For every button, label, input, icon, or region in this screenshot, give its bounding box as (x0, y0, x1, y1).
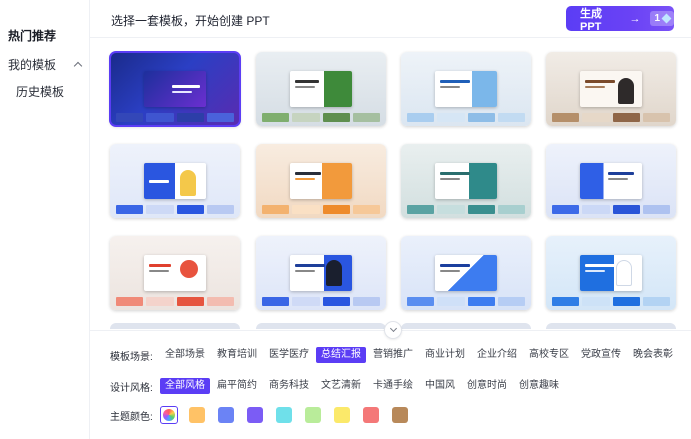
chip-scene-marketing[interactable]: 营销推广 (368, 347, 418, 363)
color-swatch-purple[interactable] (247, 407, 263, 423)
template-card[interactable] (401, 52, 531, 126)
color-filter-row: 主题颜色: (110, 406, 421, 424)
ppt-template-picker: 热门推荐 我的模板 历史模板 选择一套模板，开始创建 PPT 生成 PPT → … (0, 0, 691, 439)
chip-scene-company-intro[interactable]: 企业介绍 (472, 347, 522, 363)
sidebar: 热门推荐 我的模板 历史模板 (0, 0, 90, 439)
gem-icon (661, 13, 672, 24)
scene-filter-label: 模板场景: (110, 351, 153, 363)
template-card[interactable] (401, 144, 531, 218)
sidebar-item-hot[interactable]: 热门推荐 (8, 27, 56, 44)
filter-panel: 模板场景: 全部场景 教育培训 医学医疗 总结汇报 营销推广 商业计划 企业介绍… (90, 330, 691, 439)
template-card[interactable] (256, 144, 386, 218)
template-card[interactable] (546, 52, 676, 126)
template-card[interactable] (109, 51, 241, 127)
arrow-right-icon: → (629, 12, 641, 25)
chevron-up-icon (73, 61, 83, 71)
sidebar-item-label: 我的模板 (8, 58, 57, 72)
sidebar-item-my-templates[interactable]: 我的模板 (8, 56, 84, 73)
chip-style-flat[interactable]: 扁平简约 (212, 378, 262, 394)
chip-style-creative-fashion[interactable]: 创意时尚 (462, 378, 512, 394)
color-swatch-all[interactable] (160, 406, 178, 424)
scene-filter-row: 模板场景: 全部场景 教育培训 医学医疗 总结汇报 营销推广 商业计划 企业介绍… (110, 347, 680, 363)
color-swatch-cyan[interactable] (276, 407, 292, 423)
template-card[interactable] (401, 236, 531, 310)
template-card[interactable] (256, 52, 386, 126)
color-swatch-orange[interactable] (189, 407, 205, 423)
chip-scene-gala[interactable]: 晚会表彰 (628, 347, 678, 363)
chip-scene-party[interactable]: 党政宣传 (576, 347, 626, 363)
chip-scene-summary[interactable]: 总结汇报 (316, 347, 366, 363)
color-swatch-yellow[interactable] (334, 407, 350, 423)
chip-style-business-tech[interactable]: 商务科技 (264, 378, 314, 394)
header: 选择一套模板，开始创建 PPT 生成 PPT → 1 (90, 0, 691, 38)
color-swatch-brown[interactable] (392, 407, 408, 423)
generate-ppt-label: 生成 PPT (580, 7, 602, 33)
style-filter-label: 设计风格: (110, 382, 153, 394)
color-swatch-red[interactable] (363, 407, 379, 423)
collapse-toggle-button[interactable] (384, 321, 402, 339)
chip-scene-university[interactable]: 高校专区 (524, 347, 574, 363)
color-swatch-green[interactable] (305, 407, 321, 423)
template-card-peek (256, 323, 386, 329)
template-card[interactable] (110, 236, 240, 310)
color-wheel-icon (163, 409, 175, 421)
template-card[interactable] (256, 236, 386, 310)
generate-ppt-button[interactable]: 生成 PPT → 1 (566, 6, 674, 33)
template-card[interactable] (110, 144, 240, 218)
cost-value: 1 (654, 13, 660, 24)
color-swatch-blue[interactable] (218, 407, 234, 423)
page-title: 选择一套模板，开始创建 PPT (111, 14, 270, 28)
template-card-peek (110, 323, 240, 329)
template-card-peek (546, 323, 676, 329)
sidebar-item-history[interactable]: 历史模板 (16, 83, 64, 100)
template-card-peek (401, 323, 531, 329)
chip-style-fresh[interactable]: 文艺清新 (316, 378, 366, 394)
template-grid (109, 51, 690, 332)
chip-scene-education[interactable]: 教育培训 (212, 347, 262, 363)
chevron-down-icon (389, 324, 397, 333)
chip-style-cartoon[interactable]: 卡通手绘 (368, 378, 418, 394)
color-filter-label: 主题颜色: (110, 411, 153, 423)
chip-style-chinese[interactable]: 中国风 (420, 378, 460, 394)
chip-style-all[interactable]: 全部风格 (160, 378, 210, 394)
chip-scene-all[interactable]: 全部场景 (160, 347, 210, 363)
chip-style-creative-fun[interactable]: 创意趣味 (514, 378, 564, 394)
template-card[interactable] (546, 144, 676, 218)
style-filter-row: 设计风格: 全部风格 扁平简约 商务科技 文艺清新 卡通手绘 中国风 创意时尚 … (110, 378, 566, 394)
chip-scene-business-plan[interactable]: 商业计划 (420, 347, 470, 363)
template-card[interactable] (546, 236, 676, 310)
chip-scene-medical[interactable]: 医学医疗 (264, 347, 314, 363)
cost-badge: 1 (650, 11, 674, 26)
